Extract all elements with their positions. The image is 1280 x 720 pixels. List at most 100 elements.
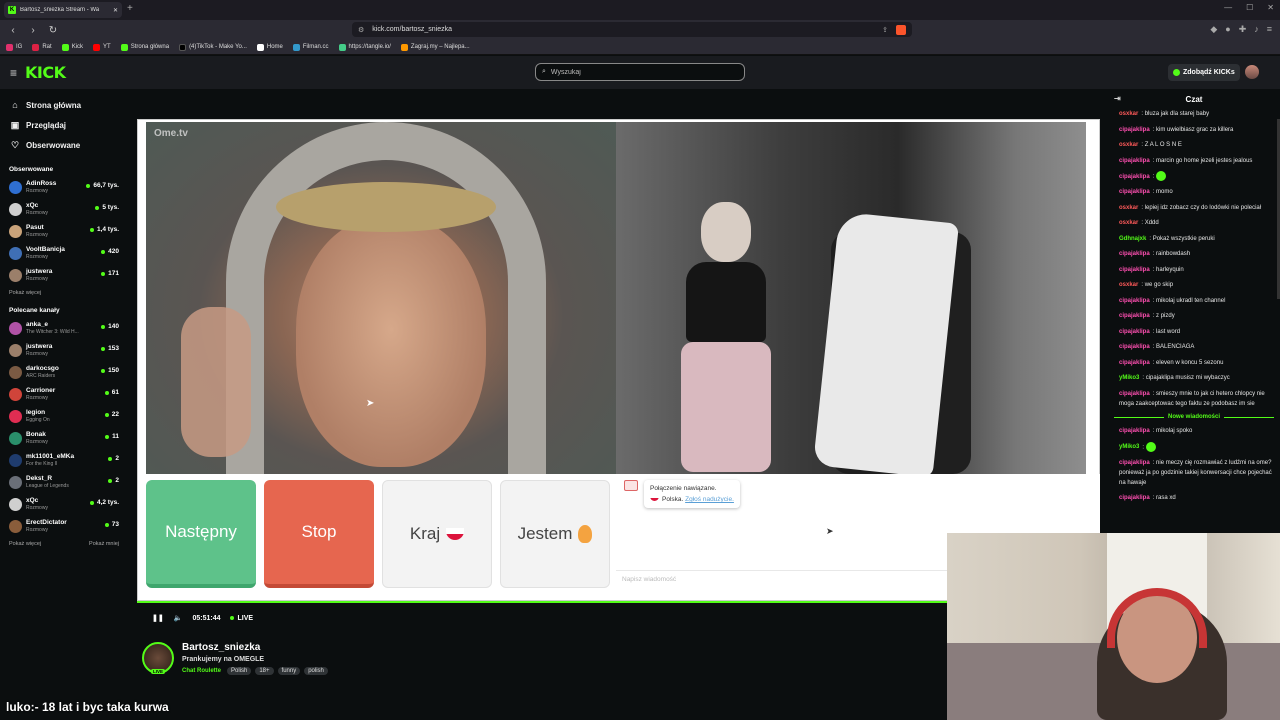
chat-username[interactable]: osxkar — [1119, 142, 1138, 148]
chat-username[interactable]: cipajaklipa — [1119, 460, 1150, 466]
bookmark-icon — [338, 43, 346, 51]
country-button[interactable]: Kraj — [382, 480, 492, 588]
tag[interactable]: Polish — [227, 667, 252, 675]
streamer-avatar[interactable]: LIVE — [142, 642, 174, 674]
bookmark[interactable]: Filman.cc — [292, 43, 329, 51]
bookmark[interactable]: YT — [93, 43, 111, 51]
chat-username[interactable]: cipajaklipa — [1119, 174, 1150, 180]
show-more-followed[interactable]: Pokaż więcej — [0, 290, 128, 296]
sidebar-channel[interactable]: VooltBanicja Rozmowy 420 — [0, 243, 128, 265]
puzzle-icon[interactable]: ✚ — [1239, 24, 1247, 35]
tag[interactable]: polish — [304, 667, 328, 675]
sidebar-channel[interactable]: mk11001_eMKa For the King II 2 — [0, 450, 128, 472]
chat-username[interactable]: cipajaklipa — [1119, 344, 1150, 350]
menu-icon[interactable]: ≡ — [1267, 24, 1272, 35]
search-input[interactable] — [550, 68, 731, 76]
gender-button[interactable]: Jestem — [500, 480, 610, 588]
streamer-name[interactable]: Bartosz_sniezka — [182, 642, 260, 653]
back-icon[interactable]: ‹ — [6, 25, 20, 36]
show-more-recommended: Pokaż więcej Pokaż mniej — [0, 541, 128, 547]
volume-icon[interactable]: 🔈 — [174, 614, 183, 622]
site-info-icon[interactable]: ⚙ — [358, 26, 364, 34]
right-webcam-feed — [616, 122, 1086, 478]
chat-username[interactable]: cipajaklipa — [1119, 329, 1150, 335]
hamburger-menu-icon[interactable]: ≡ — [10, 66, 17, 80]
user-avatar[interactable] — [1245, 65, 1259, 79]
bookmark[interactable]: Rat — [32, 43, 52, 51]
sidebar-channel[interactable]: ErectDictator Rozmowy 73 — [0, 516, 128, 538]
get-kicks-button[interactable]: Zdobądź KICKs — [1168, 64, 1240, 81]
sidebar-channel[interactable]: xQc Rozmowy 5 tys. — [0, 199, 128, 221]
forward-icon[interactable]: › — [26, 25, 40, 36]
stop-button[interactable]: Stop — [264, 480, 374, 588]
show-less-link[interactable]: Pokaż mniej — [89, 541, 119, 547]
collapse-chat-icon[interactable]: ⇥ — [1114, 94, 1121, 103]
bookmark[interactable]: Home — [256, 43, 283, 51]
live-dot-icon — [101, 271, 106, 276]
bookmark[interactable]: Strona główna — [120, 43, 169, 51]
browser-tab[interactable]: K Bartosz_sniezka Stream - Wa ✕ — [4, 2, 122, 18]
minimize-icon[interactable]: — — [1224, 3, 1232, 12]
chat-username[interactable]: osxkar — [1119, 282, 1138, 288]
chat-username[interactable]: cipajaklipa — [1119, 313, 1150, 319]
reload-icon[interactable]: ↻ — [46, 25, 60, 36]
kick-logo[interactable]: KICK — [25, 63, 66, 82]
chat-username[interactable]: Gdhnajxk — [1119, 236, 1146, 242]
chat-message: Gdhnajxk: Pokaż wszystkie peruki — [1119, 235, 1215, 242]
chat-username[interactable]: cipajaklipa — [1119, 189, 1150, 195]
sidebar-channel[interactable]: Bonak Rozmowy 11 — [0, 428, 128, 450]
sidebar-channel[interactable]: xQc Rozmowy 4,2 tys. — [0, 494, 128, 516]
bookmark[interactable]: Kick — [61, 43, 83, 51]
video-player[interactable]: Ome.tv ➤ Następny Stop Kraj Jestem Połąc… — [137, 119, 1100, 601]
chat-username[interactable]: yMiko3 — [1119, 375, 1139, 381]
tag[interactable]: 18+ — [255, 667, 274, 675]
next-button[interactable]: Następny — [146, 480, 256, 588]
chat-username[interactable]: cipajaklipa — [1119, 391, 1150, 397]
sidebar-channel[interactable]: Carrioner Rozmowy 61 — [0, 384, 128, 406]
sidebar-channel[interactable]: justwera Rozmowy 171 — [0, 265, 128, 287]
sidebar-channel[interactable]: justwera Rozmowy 153 — [0, 340, 128, 362]
chat-username[interactable]: osxkar — [1119, 220, 1138, 226]
chat-username[interactable]: cipajaklipa — [1119, 267, 1150, 273]
extension-icon[interactable]: ● — [1225, 24, 1230, 35]
bookmark[interactable]: IG — [6, 43, 22, 51]
show-more-link[interactable]: Pokaż więcej — [9, 541, 41, 547]
sidebar-channel[interactable]: AdinRoss Rozmowy 66,7 tys. — [0, 177, 128, 199]
sidebar-channel[interactable]: legion Egging On 22 — [0, 406, 128, 428]
nav-browse[interactable]: ▣ Przeglądaj — [0, 115, 128, 135]
chat-username[interactable]: cipajaklipa — [1119, 251, 1150, 257]
music-icon[interactable]: ♪ — [1254, 24, 1259, 35]
bookmark[interactable]: Zagraj.my – Najlepa... — [400, 43, 470, 51]
category-link[interactable]: Chat Roulette — [182, 668, 221, 674]
report-link[interactable]: Zgłoś nadużycie. — [685, 496, 734, 503]
chat-username[interactable]: cipajaklipa — [1119, 127, 1150, 133]
close-window-icon[interactable]: ✕ — [1267, 3, 1274, 12]
maximize-icon[interactable]: ☐ — [1246, 3, 1253, 12]
sidebar-channel[interactable]: Dekst_R League of Legends 2 — [0, 472, 128, 494]
tag[interactable]: funny — [277, 667, 301, 675]
new-tab-icon[interactable]: + — [127, 3, 133, 14]
bookmark[interactable]: https://tangle.io/ — [338, 43, 391, 51]
extension-icon[interactable]: ◆ — [1210, 24, 1217, 35]
address-bar[interactable]: ⚙ kick.com/bartosz_sniezka ⇪ — [352, 22, 912, 37]
chat-username[interactable]: osxkar — [1119, 205, 1138, 211]
chat-username[interactable]: cipajaklipa — [1119, 428, 1150, 434]
chat-username[interactable]: yMiko3 — [1119, 444, 1139, 450]
brave-shield-icon[interactable] — [896, 24, 906, 35]
share-icon[interactable]: ⇪ — [882, 26, 888, 34]
chat-username[interactable]: osxkar — [1119, 111, 1138, 117]
sidebar-channel[interactable]: anka_e The Witcher 3: Wild H... 140 — [0, 318, 128, 340]
chat-username[interactable]: cipajaklipa — [1119, 298, 1150, 304]
chat-username[interactable]: cipajaklipa — [1119, 158, 1150, 164]
nav-home[interactable]: ⌂ Strona główna — [0, 95, 128, 115]
sidebar-channel[interactable]: darkocsgo ARC Raiders 150 — [0, 362, 128, 384]
search-box[interactable]: ⌕ — [535, 63, 745, 81]
pause-icon[interactable]: ❚❚ — [152, 614, 164, 622]
chat-username[interactable]: cipajaklipa — [1119, 360, 1150, 366]
bookmark[interactable]: (4)TikTok - Make Yo... — [179, 43, 247, 51]
chat-message: cipajaklipa: z pizdy — [1119, 313, 1175, 320]
close-tab-icon[interactable]: ✕ — [113, 7, 118, 14]
sidebar-channel[interactable]: Pasut Rozmowy 1,4 tys. — [0, 221, 128, 243]
nav-following[interactable]: ♡ Obserwowane — [0, 135, 128, 155]
chat-username[interactable]: cipajaklipa — [1119, 495, 1150, 501]
